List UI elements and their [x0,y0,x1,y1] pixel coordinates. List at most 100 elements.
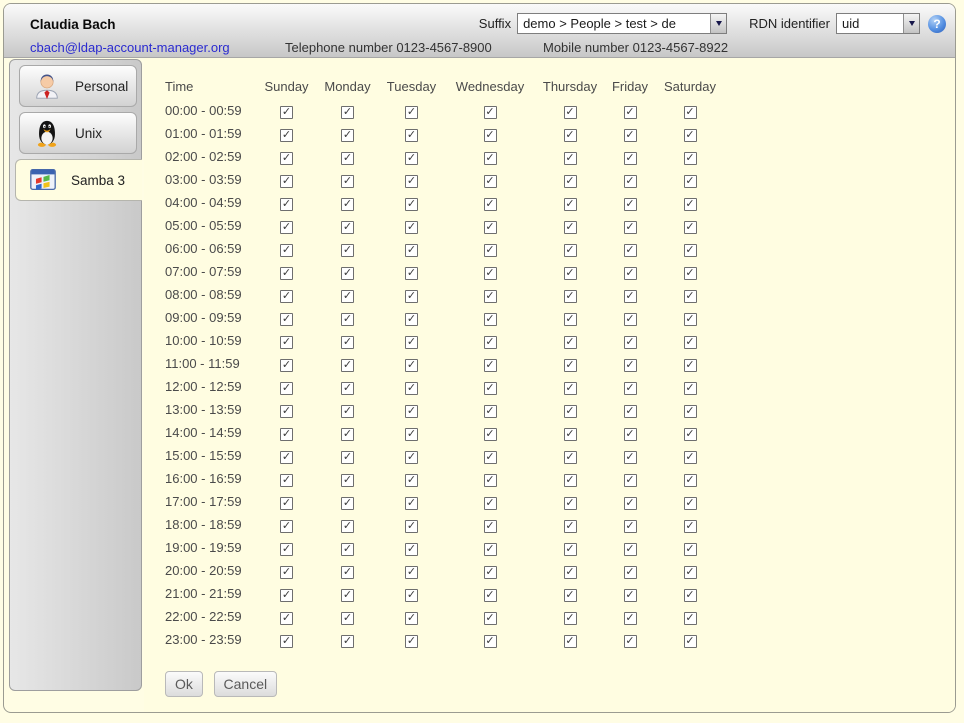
hour-checkbox[interactable]: ✓ [624,106,637,119]
hour-checkbox[interactable]: ✓ [280,175,293,188]
hour-checkbox[interactable]: ✓ [341,336,354,349]
hour-checkbox[interactable]: ✓ [684,267,697,280]
hour-checkbox[interactable]: ✓ [624,198,637,211]
hour-checkbox[interactable]: ✓ [684,612,697,625]
hour-checkbox[interactable]: ✓ [484,589,497,602]
hour-checkbox[interactable]: ✓ [341,612,354,625]
hour-checkbox[interactable]: ✓ [405,382,418,395]
hour-checkbox[interactable]: ✓ [564,244,577,257]
hour-checkbox[interactable]: ✓ [484,474,497,487]
hour-checkbox[interactable]: ✓ [280,382,293,395]
hour-checkbox[interactable]: ✓ [624,474,637,487]
hour-checkbox[interactable]: ✓ [405,589,418,602]
hour-checkbox[interactable]: ✓ [684,175,697,188]
hour-checkbox[interactable]: ✓ [484,497,497,510]
hour-checkbox[interactable]: ✓ [405,451,418,464]
hour-checkbox[interactable]: ✓ [280,336,293,349]
ok-button[interactable]: Ok [165,671,203,697]
hour-checkbox[interactable]: ✓ [564,428,577,441]
hour-checkbox[interactable]: ✓ [484,175,497,188]
hour-checkbox[interactable]: ✓ [564,336,577,349]
rdn-identifier-select[interactable]: uid [836,13,920,34]
hour-checkbox[interactable]: ✓ [484,566,497,579]
hour-checkbox[interactable]: ✓ [405,497,418,510]
hour-checkbox[interactable]: ✓ [624,313,637,326]
sidebar-tab-samba-3[interactable]: Samba 3 [15,159,142,201]
hour-checkbox[interactable]: ✓ [280,267,293,280]
hour-checkbox[interactable]: ✓ [341,244,354,257]
hour-checkbox[interactable]: ✓ [341,198,354,211]
hour-checkbox[interactable]: ✓ [684,451,697,464]
hour-checkbox[interactable]: ✓ [624,244,637,257]
hour-checkbox[interactable]: ✓ [280,520,293,533]
hour-checkbox[interactable]: ✓ [341,221,354,234]
hour-checkbox[interactable]: ✓ [684,359,697,372]
hour-checkbox[interactable]: ✓ [280,313,293,326]
hour-checkbox[interactable]: ✓ [341,313,354,326]
sidebar-tab-personal[interactable]: Personal [19,65,137,107]
hour-checkbox[interactable]: ✓ [280,129,293,142]
hour-checkbox[interactable]: ✓ [624,382,637,395]
hour-checkbox[interactable]: ✓ [405,474,418,487]
hour-checkbox[interactable]: ✓ [280,474,293,487]
hour-checkbox[interactable]: ✓ [624,566,637,579]
hour-checkbox[interactable]: ✓ [405,359,418,372]
hour-checkbox[interactable]: ✓ [341,543,354,556]
hour-checkbox[interactable]: ✓ [280,106,293,119]
hour-checkbox[interactable]: ✓ [684,336,697,349]
hour-checkbox[interactable]: ✓ [405,566,418,579]
chevron-down-icon[interactable] [903,14,919,33]
hour-checkbox[interactable]: ✓ [484,428,497,441]
hour-checkbox[interactable]: ✓ [624,175,637,188]
hour-checkbox[interactable]: ✓ [624,221,637,234]
hour-checkbox[interactable]: ✓ [341,520,354,533]
hour-checkbox[interactable]: ✓ [484,382,497,395]
chevron-down-icon[interactable] [710,14,726,33]
hour-checkbox[interactable]: ✓ [684,129,697,142]
hour-checkbox[interactable]: ✓ [624,589,637,602]
hour-checkbox[interactable]: ✓ [624,612,637,625]
hour-checkbox[interactable]: ✓ [341,451,354,464]
hour-checkbox[interactable]: ✓ [484,405,497,418]
hour-checkbox[interactable]: ✓ [684,221,697,234]
hour-checkbox[interactable]: ✓ [341,359,354,372]
hour-checkbox[interactable]: ✓ [280,152,293,165]
hour-checkbox[interactable]: ✓ [405,612,418,625]
hour-checkbox[interactable]: ✓ [341,566,354,579]
hour-checkbox[interactable]: ✓ [341,382,354,395]
hour-checkbox[interactable]: ✓ [624,359,637,372]
hour-checkbox[interactable]: ✓ [280,244,293,257]
hour-checkbox[interactable]: ✓ [280,589,293,602]
hour-checkbox[interactable]: ✓ [564,221,577,234]
hour-checkbox[interactable]: ✓ [564,290,577,303]
email-link[interactable]: cbach@ldap-account-manager.org [30,40,230,55]
hour-checkbox[interactable]: ✓ [280,290,293,303]
hour-checkbox[interactable]: ✓ [484,244,497,257]
hour-checkbox[interactable]: ✓ [405,313,418,326]
hour-checkbox[interactable]: ✓ [624,290,637,303]
hour-checkbox[interactable]: ✓ [484,359,497,372]
hour-checkbox[interactable]: ✓ [405,428,418,441]
hour-checkbox[interactable]: ✓ [484,612,497,625]
hour-checkbox[interactable]: ✓ [684,428,697,441]
hour-checkbox[interactable]: ✓ [564,106,577,119]
hour-checkbox[interactable]: ✓ [280,198,293,211]
hour-checkbox[interactable]: ✓ [684,589,697,602]
hour-checkbox[interactable]: ✓ [624,635,637,648]
hour-checkbox[interactable]: ✓ [684,566,697,579]
hour-checkbox[interactable]: ✓ [484,520,497,533]
hour-checkbox[interactable]: ✓ [624,267,637,280]
hour-checkbox[interactable]: ✓ [564,175,577,188]
hour-checkbox[interactable]: ✓ [341,267,354,280]
hour-checkbox[interactable]: ✓ [624,405,637,418]
hour-checkbox[interactable]: ✓ [405,267,418,280]
hour-checkbox[interactable]: ✓ [564,451,577,464]
hour-checkbox[interactable]: ✓ [684,520,697,533]
hour-checkbox[interactable]: ✓ [280,612,293,625]
hour-checkbox[interactable]: ✓ [564,612,577,625]
hour-checkbox[interactable]: ✓ [484,290,497,303]
hour-checkbox[interactable]: ✓ [564,520,577,533]
hour-checkbox[interactable]: ✓ [484,221,497,234]
hour-checkbox[interactable]: ✓ [341,474,354,487]
hour-checkbox[interactable]: ✓ [624,451,637,464]
